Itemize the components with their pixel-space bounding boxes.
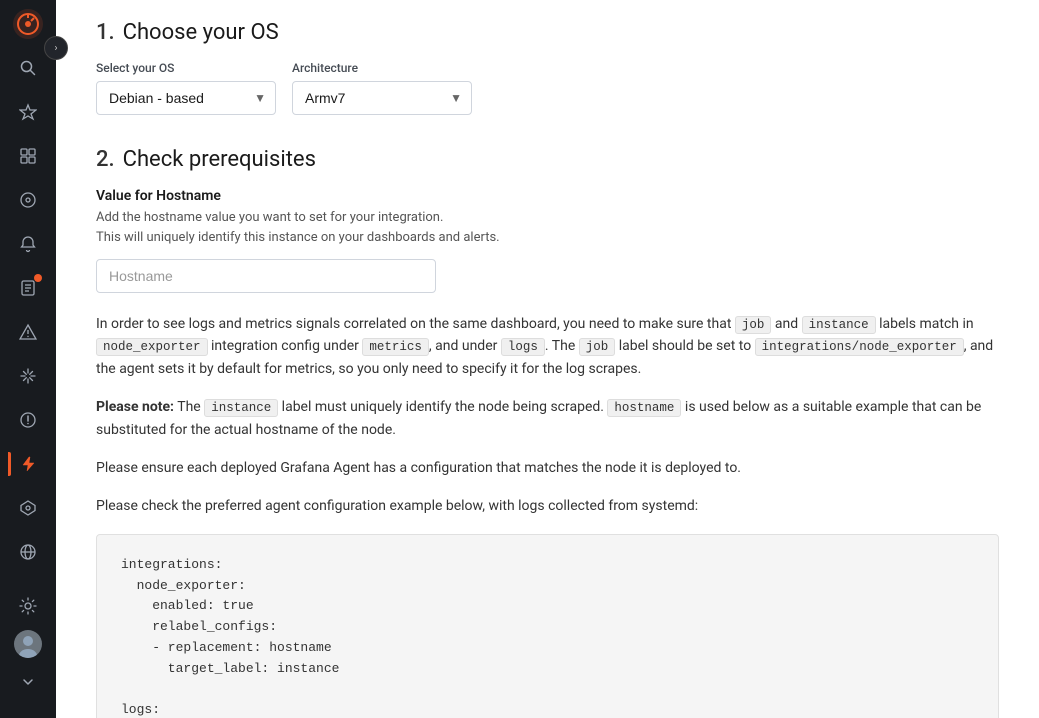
prose-paragraph-2: Please note: The instance label must uni…	[96, 396, 999, 441]
code-job: job	[735, 316, 772, 334]
globe-icon[interactable]	[8, 532, 48, 572]
hostname-input[interactable]	[96, 259, 436, 293]
os-select-wrapper: Debian - based Ubuntu CentOS RHEL Fedora…	[96, 81, 276, 115]
chevron-down-icon[interactable]	[8, 662, 48, 702]
section1-number: 1.	[96, 20, 115, 45]
alert-icon[interactable]	[8, 400, 48, 440]
code-metrics: metrics	[362, 338, 429, 356]
compass-icon[interactable]	[8, 180, 48, 220]
prose1-and-under: , and under	[429, 338, 501, 354]
sidebar-nav	[0, 48, 56, 586]
arch-label: Architecture	[292, 61, 472, 75]
doc-badge	[34, 274, 42, 282]
hostname-field-description: Add the hostname value you want to set f…	[96, 208, 999, 247]
os-label: Select your OS	[96, 61, 276, 75]
prose1-pre: In order to see logs and metrics signals…	[96, 316, 735, 332]
code-hostname: hostname	[607, 399, 681, 417]
kubernetes-icon[interactable]	[8, 488, 48, 528]
code-block: integrations: node_exporter: enabled: tr…	[96, 534, 999, 718]
prose-paragraph-4: Please check the preferred agent configu…	[96, 495, 999, 517]
field-desc-line1: Add the hostname value you want to set f…	[96, 210, 443, 225]
prose1-mid4: . The	[545, 338, 579, 354]
prose1-mid2: labels match in	[876, 316, 974, 332]
os-select-group: Select your OS Debian - based Ubuntu Cen…	[96, 61, 276, 115]
lightning-icon[interactable]	[8, 444, 48, 484]
arch-select-wrapper: Armv7 x86_64 ARM64 i386 ▼	[292, 81, 472, 115]
bell-icon[interactable]	[8, 224, 48, 264]
sidebar: ›	[0, 0, 56, 718]
section1-title: Choose your OS	[123, 20, 279, 45]
hostname-field-label: Value for Hostname	[96, 188, 999, 204]
arch-select-group: Architecture Armv7 x86_64 ARM64 i386 ▼	[292, 61, 472, 115]
star-icon[interactable]	[8, 92, 48, 132]
arch-select[interactable]: Armv7 x86_64 ARM64 i386	[292, 81, 472, 115]
check-prereq-section: 2. Check prerequisites Value for Hostnam…	[96, 147, 999, 718]
prose3-text: Please ensure each deployed Grafana Agen…	[96, 460, 741, 476]
warning-icon[interactable]	[8, 312, 48, 352]
grafana-logo[interactable]	[12, 8, 44, 40]
prose2-bold: Please note:	[96, 399, 174, 415]
code-logs: logs	[501, 338, 545, 356]
section1-header: 1. Choose your OS	[96, 20, 999, 45]
code-node-exporter: node_exporter	[96, 338, 208, 356]
section2-number: 2.	[96, 147, 115, 172]
code-instance2: instance	[204, 399, 278, 417]
prose1-mid3: integration config under	[208, 338, 363, 354]
code-instance: instance	[802, 316, 876, 334]
os-form-row: Select your OS Debian - based Ubuntu Cen…	[96, 61, 999, 115]
doc-icon[interactable]	[8, 268, 48, 308]
code-job2: job	[579, 338, 616, 356]
code-integrations: integrations/node_exporter	[755, 338, 964, 356]
prose-paragraph-3: Please ensure each deployed Grafana Agen…	[96, 457, 999, 479]
prose-paragraph-1: In order to see logs and metrics signals…	[96, 313, 999, 380]
prose1-mid1: and	[771, 316, 801, 332]
sidebar-toggle[interactable]: ›	[44, 36, 68, 60]
avatar[interactable]	[14, 630, 42, 658]
sidebar-bottom	[8, 586, 48, 710]
prose4-text: Please check the preferred agent configu…	[96, 498, 698, 514]
choose-os-section: 1. Choose your OS Select your OS Debian …	[96, 20, 999, 115]
section2-title: Check prerequisites	[123, 147, 316, 172]
grid-icon[interactable]	[8, 136, 48, 176]
search-icon[interactable]	[8, 48, 48, 88]
main-content: 1. Choose your OS Select your OS Debian …	[56, 0, 1039, 718]
field-desc-line2: This will uniquely identify this instanc…	[96, 230, 500, 245]
prose2-pre: The	[174, 399, 204, 415]
os-select[interactable]: Debian - based Ubuntu CentOS RHEL Fedora	[96, 81, 276, 115]
ml-icon[interactable]	[8, 356, 48, 396]
gear-icon[interactable]	[8, 586, 48, 626]
prose1-mid5: label should be set to	[615, 338, 754, 354]
prose2-mid: label must uniquely identify the node be…	[278, 399, 607, 415]
section2-header: 2. Check prerequisites	[96, 147, 999, 172]
